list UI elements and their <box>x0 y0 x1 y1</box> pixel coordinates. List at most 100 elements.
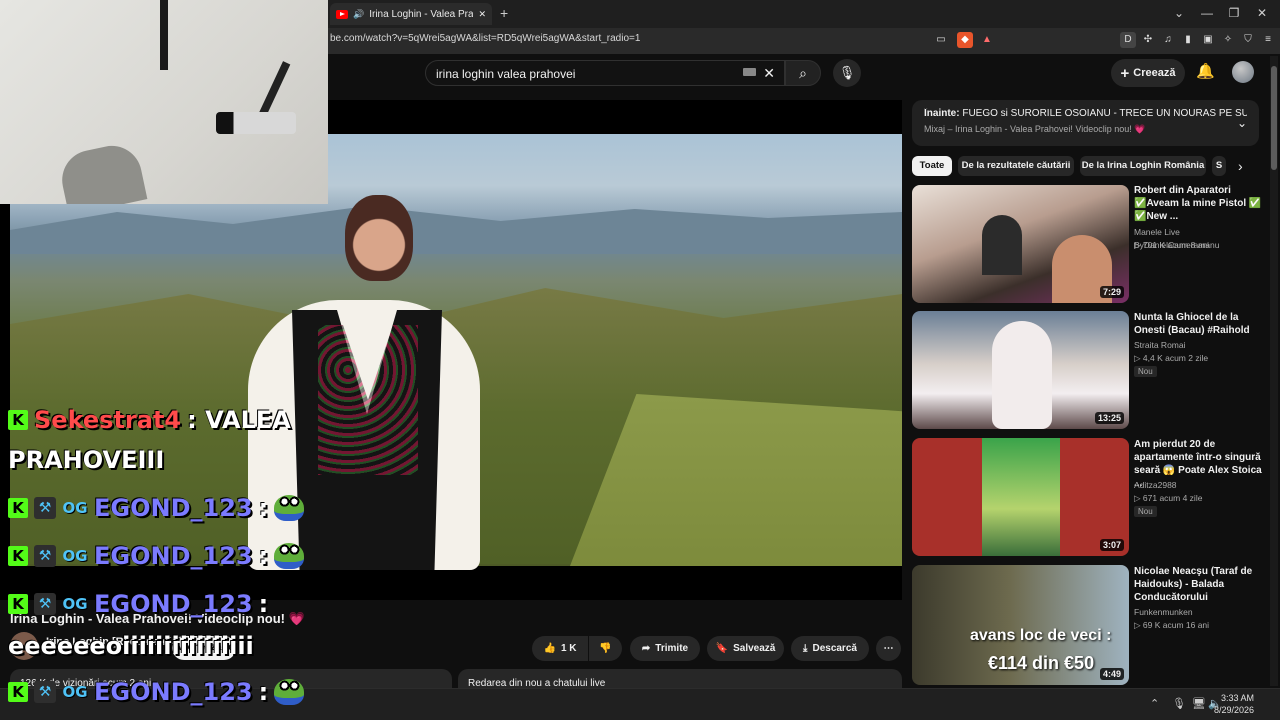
kick-badge-icon: K <box>8 498 28 518</box>
related-channel-4[interactable]: Funkenmunken <box>1134 606 1264 619</box>
like-button[interactable]: 👍 1 K <box>532 636 588 661</box>
tray-network-icon[interactable]: 🖥 <box>1192 697 1206 710</box>
minimize-button[interactable]: — <box>1196 4 1218 22</box>
dislike-button[interactable]: 👎 <box>589 636 622 661</box>
pepe-emote-icon <box>274 543 305 569</box>
chip-from-search[interactable]: De la rezultatele căutării <box>958 156 1074 176</box>
cast-icon[interactable]: ▭ <box>933 32 949 48</box>
brave-rewards-icon[interactable]: ▲ <box>979 32 995 48</box>
related-channel-3[interactable]: Aditza2988 <box>1134 479 1264 492</box>
chat-message: : <box>258 678 269 706</box>
thumbnail-person <box>982 215 1022 275</box>
related-title-2[interactable]: Nunta la Ghiocel de la Onesti (Bacau) #R… <box>1134 311 1264 337</box>
chat-message: eeeeeeoiiiiiiiiiiiiiiii <box>8 632 254 660</box>
tray-mic-icon[interactable]: 🎙 <box>1172 697 1186 710</box>
more-actions-button[interactable]: ⋯ <box>876 636 901 661</box>
og-badge-icon: OG <box>62 683 88 701</box>
bookmark-icon: 🔖 <box>715 643 729 654</box>
tab-close-button[interactable]: ✕ <box>478 9 486 20</box>
menu-icon[interactable]: ≡ <box>1260 32 1276 48</box>
create-label: Creează <box>1133 67 1176 79</box>
chat-line: K ⚒ OG EGOND_123 : <box>8 494 305 522</box>
chevron-right-icon[interactable]: › <box>1238 158 1243 174</box>
taskbar-clock[interactable]: 3:33 AM 8/29/2026 <box>1214 692 1254 716</box>
chip-all[interactable]: Toate <box>912 156 952 176</box>
youtube-favicon-icon <box>336 9 348 19</box>
browser-tab[interactable]: 🔊 Irina Loghin - Valea Prahovei! ✕ <box>330 3 492 25</box>
clear-search-icon[interactable]: ✕ <box>763 65 775 82</box>
puzzle-icon[interactable]: ✣ <box>1140 32 1156 48</box>
tab-list-button[interactable]: ⌄ <box>1168 4 1190 22</box>
related-title-4[interactable]: Nicolae Neacşu (Taraf de Haidouks) - Bal… <box>1134 565 1264 604</box>
up-next-subtitle: Mixaj – Irina Loghin - Valea Prahovei! V… <box>924 124 1146 134</box>
chat-username: EGOND_123 <box>94 542 253 570</box>
chat-username: EGOND_123 <box>94 494 253 522</box>
related-channel-2[interactable]: Straita Romai <box>1134 339 1264 352</box>
related-thumbnail-1[interactable]: 7:29 <box>912 185 1129 303</box>
vpn-icon[interactable]: ⛉ <box>1240 32 1256 48</box>
like-count: 1 K <box>560 643 577 654</box>
hammer-badge-icon: ⚒ <box>34 681 56 703</box>
extension-d-icon[interactable]: D <box>1120 32 1136 48</box>
pepe-emote-icon <box>274 679 305 705</box>
chip-from-channel[interactable]: De la Irina Loghin România <box>1080 156 1206 176</box>
related-thumbnail-3[interactable]: 3:07 <box>912 438 1129 556</box>
plus-icon: + <box>1120 64 1130 82</box>
hammer-badge-icon: ⚒ <box>34 497 56 519</box>
download-icon: ⤓ <box>803 643 808 654</box>
wallet-icon[interactable]: ▣ <box>1200 32 1216 48</box>
thumbnail-caption-line1: avans loc de veci : <box>970 627 1112 644</box>
download-label: Descarcă <box>812 643 857 654</box>
chat-message: : <box>258 494 269 522</box>
account-avatar[interactable] <box>1232 61 1254 83</box>
new-tab-button[interactable]: + <box>500 5 508 21</box>
related-thumbnail-4[interactable]: avans loc de veci : €114 din €50 4:49 <box>912 565 1129 685</box>
chat-line: K ⚒ OG EGOND_123 : <box>8 590 268 618</box>
thumbs-down-icon: 👎 <box>599 643 612 654</box>
close-window-button[interactable]: ✕ <box>1251 4 1273 22</box>
chevron-down-icon[interactable]: ⌄ <box>1237 116 1247 130</box>
cam-mic-arm <box>257 61 291 119</box>
og-badge-icon: OG <box>62 499 88 517</box>
create-button[interactable]: + Creează <box>1111 59 1185 87</box>
og-badge-icon: OG <box>62 595 88 613</box>
up-next-panel[interactable]: Înainte: FUEGO si SURORILE OSOIANU - TRE… <box>912 100 1259 146</box>
thumbs-up-icon: 👍 <box>543 643 556 654</box>
keyboard-icon[interactable] <box>743 68 756 76</box>
up-next-title-line: Înainte: FUEGO si SURORILE OSOIANU - TRE… <box>924 108 1247 119</box>
maximize-button[interactable]: ❐ <box>1223 4 1245 22</box>
share-icon: ➦ <box>641 643 651 654</box>
chat-message: : <box>258 542 269 570</box>
clock-date: 8/29/2026 <box>1213 705 1254 715</box>
related-stats-2: ▷ 4,4 K acum 2 zile <box>1134 353 1209 363</box>
download-button[interactable]: ⤓ Descarcă <box>791 636 869 661</box>
video-duration: 3:07 <box>1099 539 1124 551</box>
more-dots-icon: ⋯ <box>883 643 894 654</box>
related-thumbnail-2[interactable]: 13:25 <box>912 311 1129 429</box>
scrollbar-thumb[interactable] <box>1271 66 1277 170</box>
chip-partial[interactable]: S <box>1212 156 1226 176</box>
save-label: Salvează <box>733 643 776 654</box>
save-button[interactable]: 🔖 Salvează <box>707 636 784 661</box>
notifications-bell-icon[interactable]: 🔔 <box>1196 62 1215 80</box>
webcam-overlay <box>0 0 328 204</box>
sidebar-icon[interactable]: ▮ <box>1180 32 1196 48</box>
audio-playing-icon[interactable]: 🔊 <box>353 9 364 20</box>
share-button[interactable]: ➦ Trimite <box>630 636 700 661</box>
tray-overflow-icon[interactable]: ⌃ <box>1150 697 1159 710</box>
leo-icon[interactable]: ✧ <box>1220 32 1236 48</box>
music-icon[interactable]: ♫ <box>1160 32 1176 48</box>
share-label: Trimite <box>655 643 689 654</box>
hammer-badge-icon: ⚒ <box>34 545 56 567</box>
search-button[interactable]: ⌕ <box>785 60 821 86</box>
url-field[interactable]: be.com/watch?v=5qWrei5agWA&list=RD5qWrei… <box>330 33 640 44</box>
new-badge: Nou <box>1134 506 1157 517</box>
related-title-1[interactable]: Robert din Aparatori ✅Aveam la mine Pist… <box>1134 184 1264 223</box>
singer-head <box>345 195 413 281</box>
video-duration: 4:49 <box>1099 668 1124 680</box>
kick-badge-icon: K <box>8 682 28 702</box>
search-input[interactable]: irina loghin valea prahovei ✕ <box>425 60 785 86</box>
brave-shield-icon[interactable]: ◆ <box>957 32 973 48</box>
search-icon: ⌕ <box>799 65 807 81</box>
voice-search-button[interactable]: 🎙 <box>833 59 861 87</box>
